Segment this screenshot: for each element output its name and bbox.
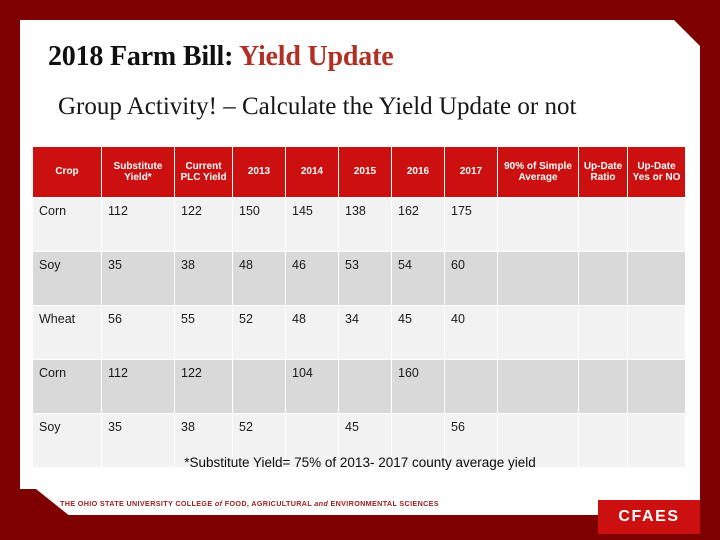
column-header-substitute-yield: Substitute Yield* [102, 147, 174, 197]
cell-2017[interactable] [445, 360, 497, 413]
cell-update-yes-no[interactable] [628, 306, 685, 359]
osu-line-part2: FOOD, AGRICULTURAL [222, 499, 315, 508]
cell-2013: 48 [233, 252, 285, 305]
cell-2016: 54 [392, 252, 444, 305]
cfaes-logo: CFAES [598, 500, 700, 534]
column-header-current-plc-yield: Current PLC Yield [175, 147, 232, 197]
osu-line-part1: THE OHIO STATE UNIVERSITY COLLEGE [60, 499, 215, 508]
cell-2014: 145 [286, 198, 338, 251]
column-header-2014: 2014 [286, 147, 338, 197]
cell-update-ratio[interactable] [579, 360, 627, 413]
cell-2015: 53 [339, 252, 391, 305]
cell-current-plc-yield: 122 [175, 198, 232, 251]
cell-2014: 104 [286, 360, 338, 413]
page-subtitle: Group Activity! – Calculate the Yield Up… [58, 93, 577, 120]
cell-update-ratio[interactable] [579, 198, 627, 251]
university-college-line: THE OHIO STATE UNIVERSITY COLLEGE of FOO… [60, 499, 439, 508]
cell-substitute-yield: 56 [102, 306, 174, 359]
cell-substitute-yield: 112 [102, 198, 174, 251]
column-header-update-ratio: Up-Date Ratio [579, 147, 627, 197]
slide-canvas: 2018 Farm Bill: Yield Update Group Activ… [0, 0, 720, 540]
page-title: 2018 Farm Bill: Yield Update [48, 40, 394, 74]
osu-line-part3: ENVIRONMENTAL SCIENCES [328, 499, 439, 508]
cell-2016: 162 [392, 198, 444, 251]
cell-2013: 150 [233, 198, 285, 251]
yield-update-table: Crop Substitute Yield* Current PLC Yield… [32, 146, 686, 468]
table-row: Corn 112 122 104 160 [33, 360, 685, 413]
page-title-black-part: 2018 Farm Bill: [48, 41, 239, 72]
cell-update-yes-no[interactable] [628, 252, 685, 305]
cell-crop: Corn [33, 198, 101, 251]
cell-2017: 40 [445, 306, 497, 359]
cell-2014: 46 [286, 252, 338, 305]
cell-2014: 48 [286, 306, 338, 359]
column-header-2015: 2015 [339, 147, 391, 197]
cell-2015[interactable] [339, 360, 391, 413]
cell-2013[interactable] [233, 360, 285, 413]
cell-2015: 34 [339, 306, 391, 359]
table-row: Corn 112 122 150 145 138 162 175 [33, 198, 685, 251]
column-header-update-yes-or-no: Up-Date Yes or NO [628, 147, 685, 197]
cell-current-plc-yield: 38 [175, 252, 232, 305]
column-header-2016: 2016 [392, 147, 444, 197]
page-title-red-part: Yield Update [238, 41, 394, 72]
column-header-2017: 2017 [445, 147, 497, 197]
cell-current-plc-yield: 122 [175, 360, 232, 413]
cell-crop: Wheat [33, 306, 101, 359]
table-row: Soy 35 38 48 46 53 54 60 [33, 252, 685, 305]
table-footnote: *Substitute Yield= 75% of 2013- 2017 cou… [184, 455, 536, 470]
column-header-2013: 2013 [233, 147, 285, 197]
table-header-row: Crop Substitute Yield* Current PLC Yield… [33, 147, 685, 197]
cell-2017: 60 [445, 252, 497, 305]
cell-ninety-simple-average[interactable] [498, 198, 578, 251]
cell-ninety-simple-average[interactable] [498, 306, 578, 359]
cell-2017: 175 [445, 198, 497, 251]
cell-2015: 138 [339, 198, 391, 251]
cell-update-ratio[interactable] [579, 306, 627, 359]
cell-substitute-yield: 112 [102, 360, 174, 413]
cell-update-yes-no[interactable] [628, 198, 685, 251]
cell-2016: 160 [392, 360, 444, 413]
cell-ninety-simple-average[interactable] [498, 252, 578, 305]
cell-crop: Soy [33, 252, 101, 305]
cell-update-ratio[interactable] [579, 252, 627, 305]
cell-substitute-yield: 35 [102, 252, 174, 305]
table-row: Wheat 56 55 52 48 34 45 40 [33, 306, 685, 359]
cell-update-yes-no[interactable] [628, 360, 685, 413]
cell-2013: 52 [233, 306, 285, 359]
cell-crop: Corn [33, 360, 101, 413]
cell-current-plc-yield: 55 [175, 306, 232, 359]
cell-2016: 45 [392, 306, 444, 359]
column-header-crop: Crop [33, 147, 101, 197]
osu-line-and: and [314, 499, 329, 508]
cell-ninety-simple-average[interactable] [498, 360, 578, 413]
column-header-ninety-percent-simple-average: 90% of Simple Average [498, 147, 578, 197]
